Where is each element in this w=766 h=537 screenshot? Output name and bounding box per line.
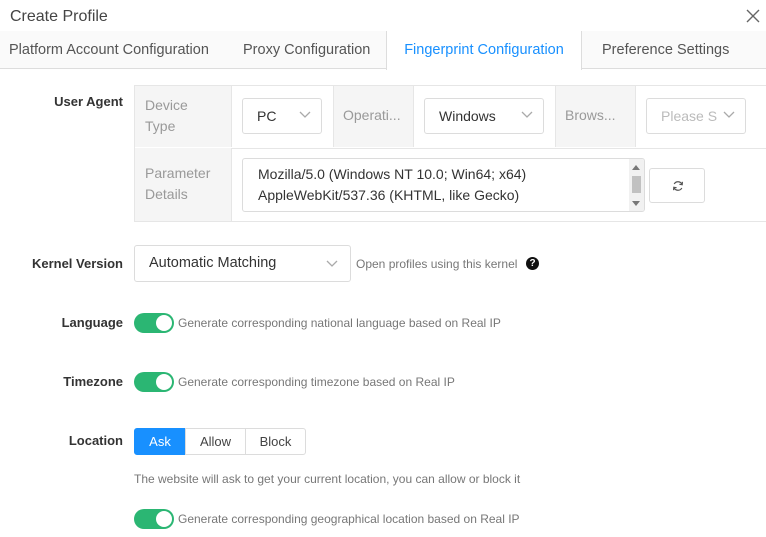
browser-label: Brows... [556, 86, 635, 147]
toggle-knob [156, 374, 172, 390]
geolocation-toggle[interactable] [134, 509, 174, 529]
kernel-version-value: Automatic Matching [149, 255, 277, 271]
parameter-details-label: Parameter Details [135, 148, 231, 221]
toggle-knob [156, 315, 172, 331]
language-hint: Generate corresponding national language… [178, 316, 501, 330]
browser-select[interactable]: Please S [646, 98, 746, 134]
location-description: The website will ask to get your current… [134, 472, 521, 486]
divider [413, 86, 414, 147]
kernel-version-select[interactable]: Automatic Matching [134, 245, 351, 282]
geolocation-hint: Generate corresponding geographical loca… [178, 512, 520, 526]
scroll-thumb[interactable] [632, 176, 641, 193]
user-agent-label: User Agent [54, 94, 123, 109]
timezone-hint: Generate corresponding timezone based on… [178, 375, 455, 389]
refresh-icon [673, 181, 683, 191]
tab-proxy[interactable]: Proxy Configuration [243, 31, 370, 69]
scroll-down-arrow-icon[interactable] [632, 201, 640, 206]
ua-line-2: AppleWebKit/537.36 (KHTML, like Gecko) [258, 187, 520, 203]
divider [231, 86, 232, 147]
chevron-down-icon [521, 111, 533, 118]
device-type-value: PC [257, 108, 277, 124]
chevron-down-icon [326, 260, 338, 267]
refresh-user-agent-button[interactable] [649, 168, 705, 203]
chevron-down-icon [723, 111, 735, 118]
chevron-down-icon [299, 111, 311, 118]
location-label: Location [68, 433, 123, 448]
os-value: Windows [439, 108, 496, 124]
browser-placeholder: Please S [661, 108, 718, 124]
timezone-toggle[interactable] [134, 372, 174, 392]
tab-fingerprint[interactable]: Fingerprint Configuration [386, 31, 582, 70]
help-icon[interactable]: ? [526, 257, 539, 270]
kernel-version-label: Kernel Version [31, 256, 123, 271]
kernel-hint: Open profiles using this kernel [356, 257, 518, 271]
ua-line-1: Mozilla/5.0 (Windows NT 10.0; Win64; x64… [258, 166, 527, 182]
parameter-details-textarea[interactable]: Mozilla/5.0 (Windows NT 10.0; Win64; x64… [242, 158, 645, 212]
dialog-title: Create Profile [10, 8, 108, 25]
scroll-up-arrow-icon[interactable] [632, 165, 640, 170]
location-block-button[interactable]: Block [245, 428, 306, 455]
tab-bar: Platform Account Configuration Proxy Con… [0, 31, 766, 70]
toggle-knob [156, 511, 172, 527]
tab-platform-account[interactable]: Platform Account Configuration [9, 31, 209, 69]
location-allow-button[interactable]: Allow [185, 428, 246, 455]
device-type-label: Device Type [135, 86, 231, 147]
close-icon[interactable] [744, 7, 762, 25]
os-label: Operati... [334, 86, 413, 147]
location-ask-button[interactable]: Ask [134, 428, 186, 455]
divider [635, 86, 636, 147]
device-type-select[interactable]: PC [242, 98, 322, 134]
divider [231, 148, 232, 221]
language-label: Language [61, 315, 123, 330]
language-toggle[interactable] [134, 313, 174, 333]
timezone-label: Timezone [63, 374, 123, 389]
os-select[interactable]: Windows [424, 98, 544, 134]
textarea-scrollbar[interactable] [629, 159, 644, 211]
tab-preference[interactable]: Preference Settings [602, 31, 729, 69]
